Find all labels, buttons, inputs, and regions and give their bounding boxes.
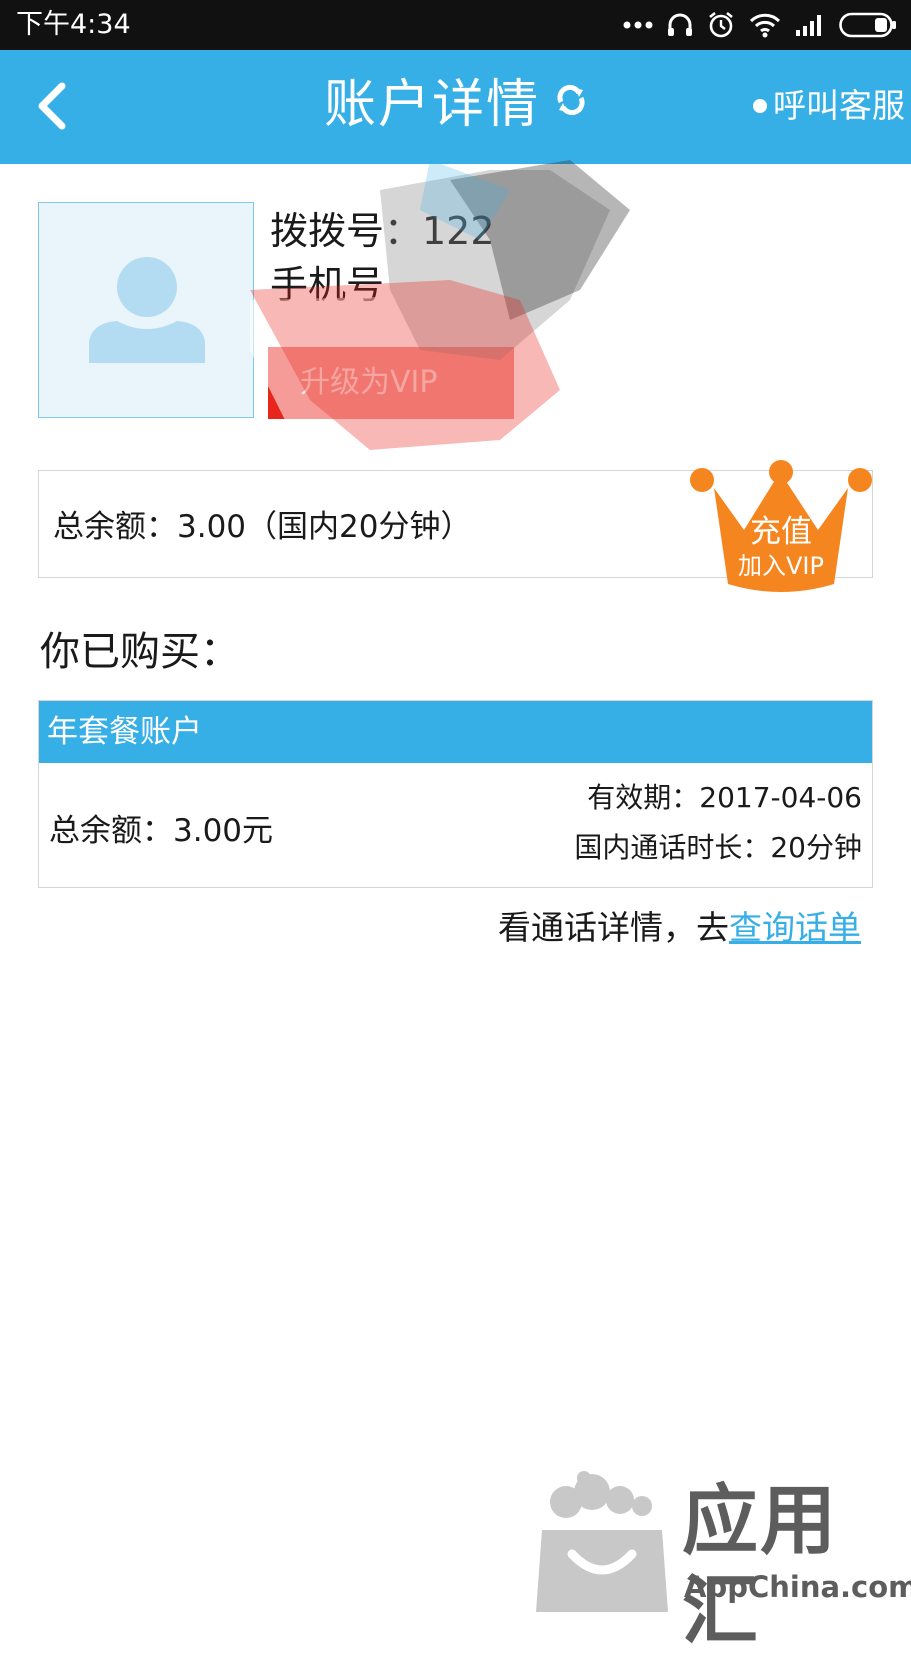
package-valid-until: 有效期：2017-04-06	[587, 781, 862, 814]
page-title: 账户详情	[323, 75, 540, 135]
phone-number-label: 手机号	[270, 263, 385, 307]
call-detail-row: 看通话详情，去查询话单	[498, 906, 861, 950]
wifi-icon	[749, 13, 781, 38]
dot-icon	[753, 99, 767, 113]
shopping-bag-logo-icon	[536, 1471, 668, 1612]
package-card: 年套餐账户 总余额：3.00元 有效期：2017-04-06 国内通话时长：20…	[38, 700, 873, 888]
package-domestic-duration: 国内通话时长：20分钟	[574, 831, 862, 864]
join-vip-label: 加入VIP	[738, 552, 824, 580]
headphones-icon	[668, 13, 692, 36]
call-detail-prefix: 看通话详情，去	[498, 908, 729, 947]
title-bar: 账户详情 呼叫客服	[0, 50, 911, 164]
upgrade-vip-button[interactable]: 升级为VIP	[268, 347, 514, 419]
battery-icon	[839, 12, 896, 38]
dial-number-label: 拨拨号：122	[270, 209, 495, 253]
avatar[interactable]	[38, 202, 254, 418]
appchina-watermark: 应用汇 AppChina.com	[536, 1470, 911, 1655]
recharge-label: 充值	[750, 514, 812, 550]
package-name: 年套餐账户	[39, 701, 872, 763]
more-dots-icon	[623, 21, 653, 29]
total-balance-text: 总余额：3.00（国内20分钟）	[53, 509, 472, 545]
call-service-button[interactable]: 呼叫客服	[753, 84, 905, 128]
watermark-cn: 应用汇	[682, 1476, 838, 1655]
status-icons	[623, 10, 897, 40]
package-balance: 总余额：3.00元	[49, 813, 274, 849]
call-service-label: 呼叫客服	[773, 86, 905, 125]
user-avatar-icon	[89, 257, 205, 363]
refresh-icon[interactable]	[555, 84, 587, 120]
query-call-records-link[interactable]: 查询话单	[729, 908, 861, 947]
alarm-icon	[709, 11, 733, 38]
status-time: 下午4:34	[16, 9, 131, 40]
watermark-en: AppChina.com	[684, 1570, 911, 1604]
purchased-heading: 你已购买：	[40, 629, 240, 675]
signal-icon	[796, 15, 821, 36]
recharge-vip-crown-button[interactable]: 充值 加入VIP	[686, 460, 876, 598]
status-bar: 下午4:34	[0, 0, 911, 50]
